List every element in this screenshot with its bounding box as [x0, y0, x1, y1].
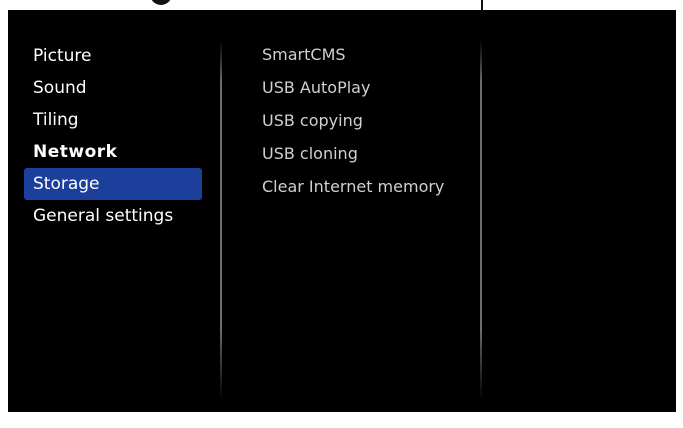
title-glyph-fragment [150, 0, 172, 5]
submenu-item-usb-cloning[interactable]: USB cloning [254, 137, 474, 170]
submenu-item-smartcms[interactable]: SmartCMS [254, 38, 474, 71]
menu-item-sound[interactable]: Sound [24, 72, 202, 104]
menu-item-general-settings[interactable]: General settings [24, 200, 202, 232]
storage-submenu: SmartCMS USB AutoPlay USB copying USB cl… [254, 38, 474, 203]
settings-screen: Picture Sound Tiling Network Storage Gen… [8, 10, 676, 412]
menu-item-network[interactable]: Network [24, 136, 202, 168]
menu-item-tiling[interactable]: Tiling [24, 104, 202, 136]
menu-item-storage[interactable]: Storage [24, 168, 202, 200]
column-divider [220, 40, 222, 400]
menu-item-picture[interactable]: Picture [24, 40, 202, 72]
submenu-item-usb-copying[interactable]: USB copying [254, 104, 474, 137]
column-divider [480, 40, 482, 400]
submenu-item-clear-internet-memory[interactable]: Clear Internet memory [254, 170, 474, 203]
submenu-item-usb-autoplay[interactable]: USB AutoPlay [254, 71, 474, 104]
title-tick-fragment [481, 0, 483, 10]
title-strip [0, 0, 683, 10]
main-menu: Picture Sound Tiling Network Storage Gen… [24, 40, 202, 232]
